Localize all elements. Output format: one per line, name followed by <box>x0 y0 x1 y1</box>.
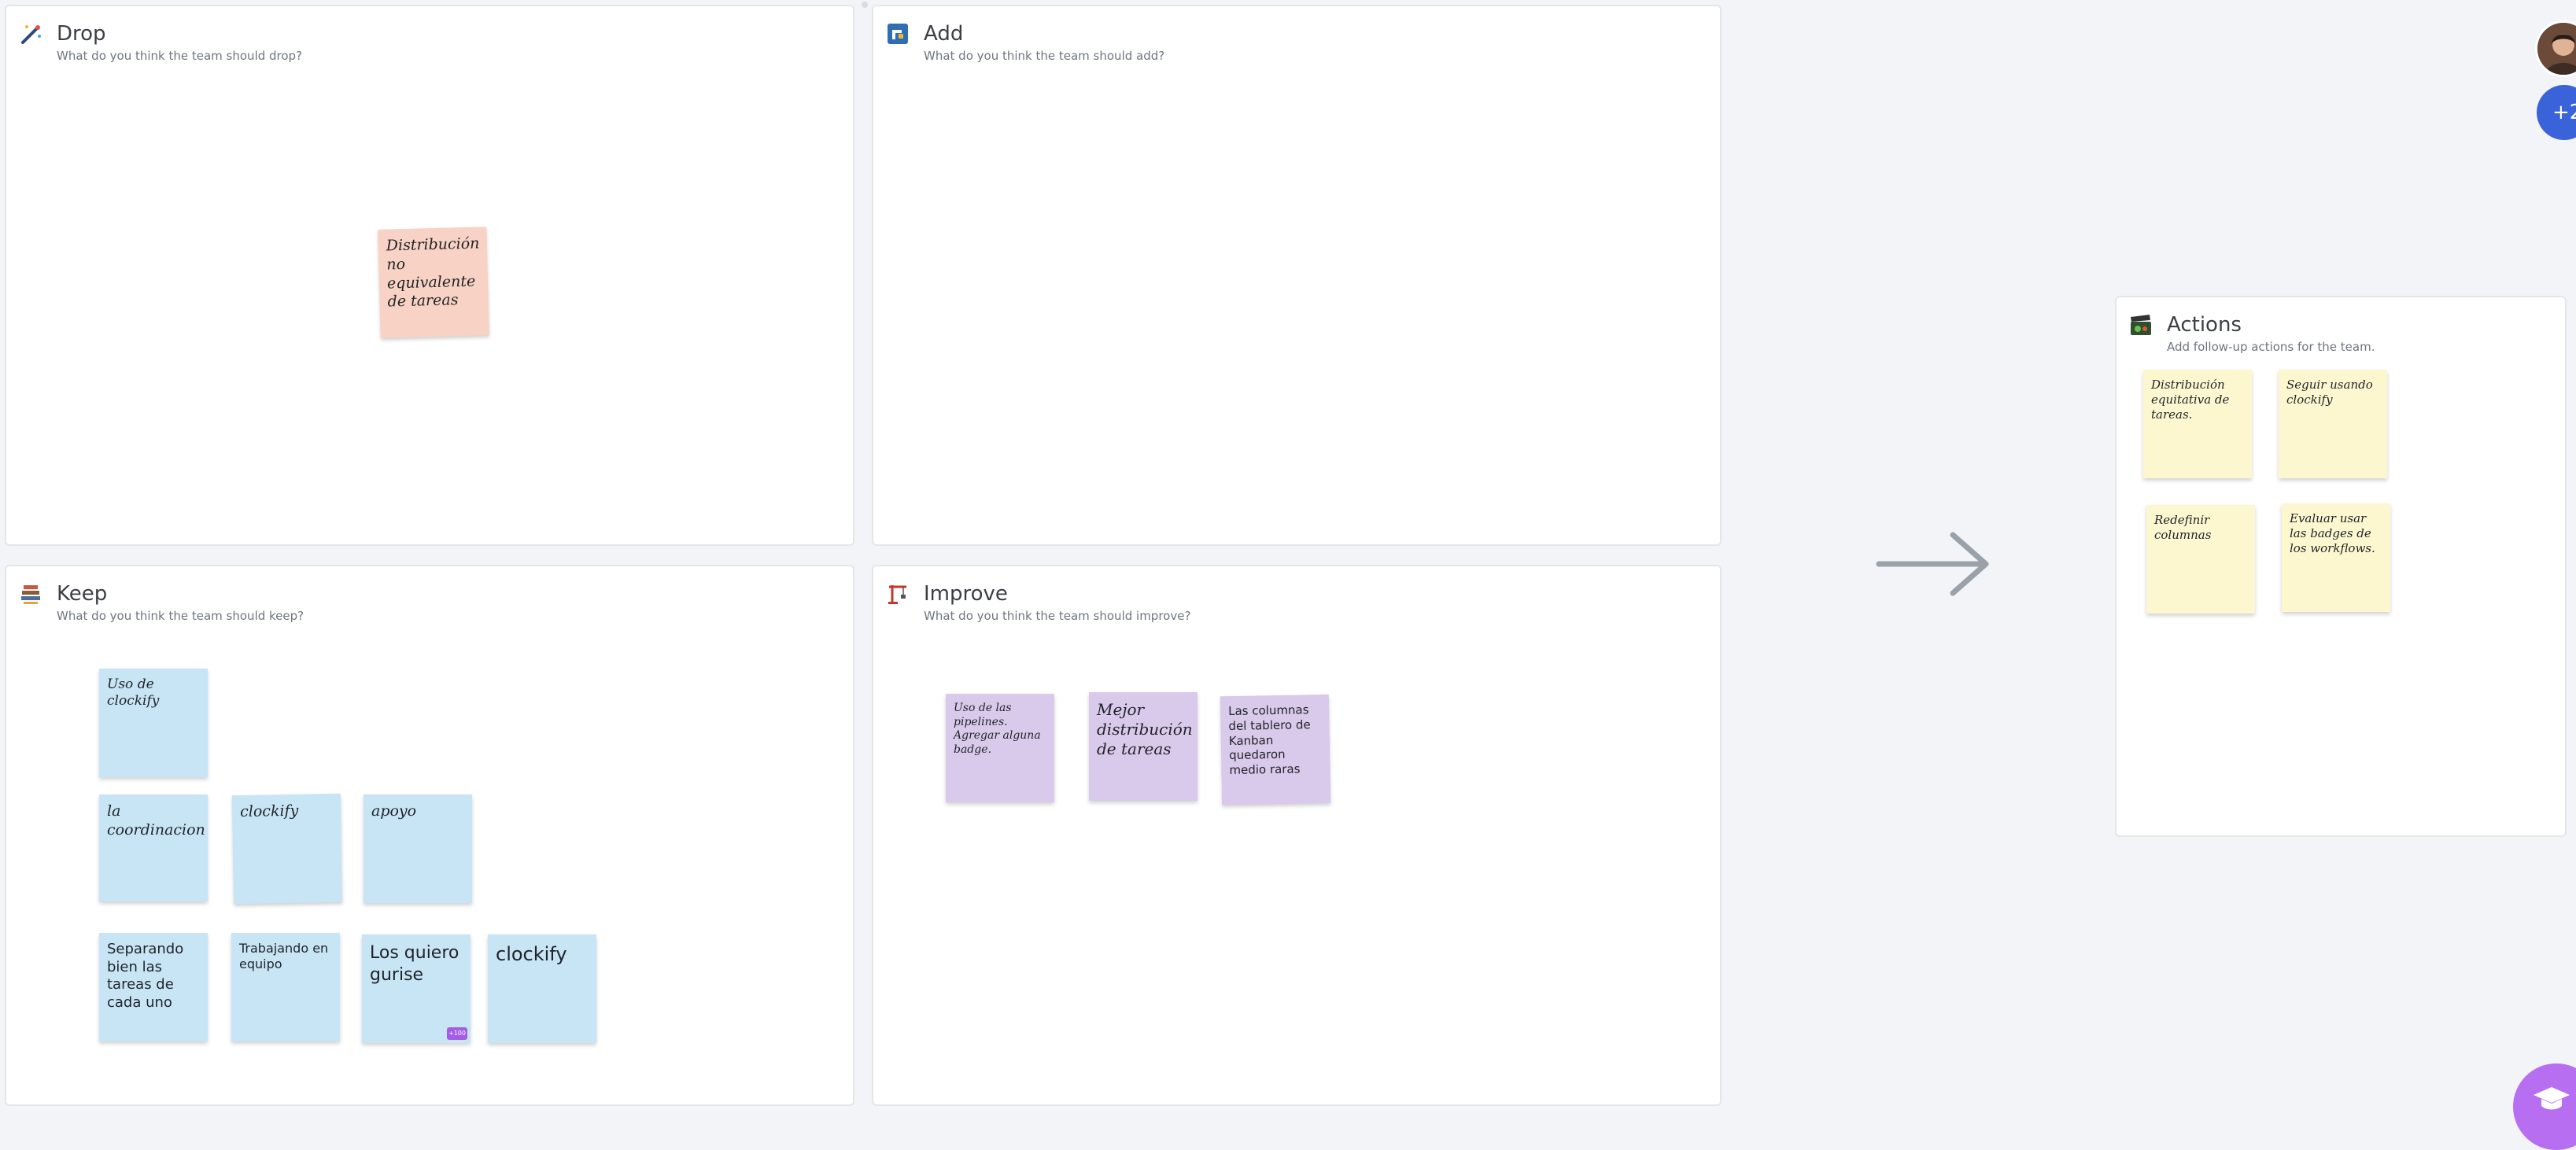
panel-keep-subtitle: What do you think the team should keep? <box>57 609 304 623</box>
note-text: Mejor distribución de tareas <box>1097 700 1193 758</box>
panel-drop-title: Drop <box>57 22 106 46</box>
keep-note-5[interactable]: Separando bien las tareas de cada uno <box>99 933 208 1041</box>
panel-add: Add What do you think the team should ad… <box>872 5 1722 546</box>
note-text: Evaluar usar las badges de los workflows… <box>2290 511 2375 555</box>
panel-drop-subtitle: What do you think the team should drop? <box>57 49 303 63</box>
add-square-icon <box>886 22 910 46</box>
flow-arrow-icon <box>1876 532 1989 596</box>
action-note-1[interactable]: Distribución equitativa de tareas. <box>2143 370 2252 478</box>
action-note-2[interactable]: Seguir usando clockify <box>2279 370 2387 478</box>
note-text: Seguir usando clockify <box>2286 378 2373 407</box>
divider-handle[interactable] <box>862 2 868 8</box>
panel-improve-title: Improve <box>924 582 1008 606</box>
panel-keep-title: Keep <box>57 582 108 606</box>
clapperboard-icon <box>2129 313 2153 337</box>
note-text: Distribución no equivalente de tareas <box>386 234 480 311</box>
note-text: Uso de clockify <box>107 676 160 710</box>
learn-button[interactable] <box>2513 1063 2576 1150</box>
keep-note-1[interactable]: Uso de clockify <box>99 669 208 777</box>
note-text: clockify <box>496 943 567 965</box>
panel-actions-title: Actions <box>2167 313 2242 337</box>
graduation-cap-icon <box>2534 1087 2570 1110</box>
more-participants-label: +2 <box>2552 101 2576 124</box>
panel-improve-subtitle: What do you think the team should improv… <box>924 609 1191 623</box>
note-text: Redefinir columnas <box>2154 513 2212 542</box>
note-text: Trabajando en equipo <box>239 941 329 971</box>
panel-improve: Improve What do you think the team shoul… <box>872 565 1722 1106</box>
note-text: apoyo <box>371 802 417 820</box>
more-participants-badge[interactable]: +2 <box>2537 85 2576 140</box>
note-text: Uso de las pipelines. Agregar alguna bad… <box>954 702 1041 756</box>
panel-actions: Actions Add follow-up actions for the te… <box>2115 296 2567 837</box>
vote-badge[interactable]: +100 <box>447 1027 467 1040</box>
keep-note-6[interactable]: Trabajando en equipo <box>231 933 340 1041</box>
note-text: Los quiero gurise <box>370 943 459 985</box>
keep-note-8[interactable]: clockify <box>488 934 596 1043</box>
panel-drop: Drop What do you think the team should d… <box>5 5 854 546</box>
action-note-4[interactable]: Evaluar usar las badges de los workflows… <box>2282 503 2390 612</box>
improve-note-2[interactable]: Mejor distribución de tareas <box>1089 692 1198 801</box>
action-note-3[interactable]: Redefinir columnas <box>2146 505 2255 614</box>
panel-actions-subtitle: Add follow-up actions for the team. <box>2167 340 2375 354</box>
note-text: Las columnas del tablero de Kanban queda… <box>1227 702 1311 778</box>
panel-keep: Keep What do you think the team should k… <box>5 565 854 1106</box>
note-text: Separando bien las tareas de cada uno <box>107 941 184 1011</box>
note-text: Distribución equitativa de tareas. <box>2151 378 2230 422</box>
note-text: clockify <box>239 802 299 821</box>
drop-note-1[interactable]: Distribución no equivalente de tareas <box>378 227 489 338</box>
improve-note-3[interactable]: Las columnas del tablero de Kanban queda… <box>1220 694 1331 805</box>
keep-note-4[interactable]: apoyo <box>364 794 472 903</box>
improve-note-1[interactable]: Uso de las pipelines. Agregar alguna bad… <box>946 694 1054 802</box>
keep-note-3[interactable]: clockify <box>231 793 343 905</box>
user-avatar-icon[interactable] <box>2535 20 2576 77</box>
note-text: la coordinacion <box>107 802 205 839</box>
crane-icon <box>886 582 910 606</box>
panel-add-title: Add <box>924 22 964 46</box>
stack-icon <box>19 582 42 606</box>
magic-wand-icon <box>19 22 42 46</box>
keep-note-7[interactable]: Los quiero gurise +100 <box>362 934 471 1043</box>
panel-add-subtitle: What do you think the team should add? <box>924 49 1165 63</box>
keep-note-2[interactable]: la coordinacion <box>99 794 208 901</box>
